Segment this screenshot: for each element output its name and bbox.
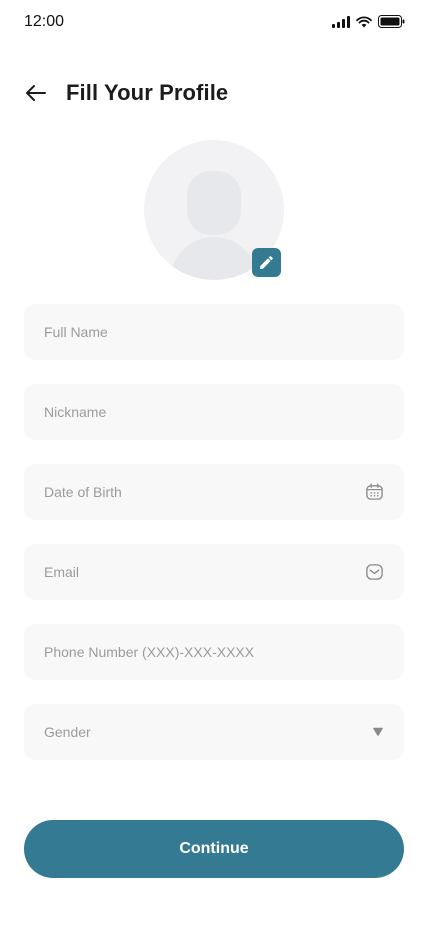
status-bar: 12:00 [0, 0, 428, 46]
calendar-icon[interactable] [365, 483, 384, 502]
back-arrow-icon[interactable] [22, 79, 50, 107]
cellular-signal-icon [332, 15, 350, 28]
header: Fill Your Profile [24, 78, 404, 108]
continue-button[interactable]: Continue [24, 820, 404, 878]
status-time: 12:00 [24, 13, 65, 30]
pencil-icon [260, 256, 273, 269]
phone-number-input[interactable] [44, 644, 384, 660]
mail-icon [365, 563, 384, 582]
page-title: Fill Your Profile [66, 80, 229, 105]
edit-avatar-button[interactable] [252, 248, 281, 277]
date-of-birth-field[interactable] [24, 464, 404, 520]
gender-selected-value: Gender [44, 724, 91, 740]
nickname-field[interactable] [24, 384, 404, 440]
avatar-body-shape [170, 237, 258, 280]
profile-avatar [144, 140, 284, 280]
email-input[interactable] [44, 564, 384, 580]
nickname-input[interactable] [44, 404, 384, 420]
dropdown-arrow-icon[interactable] [372, 727, 384, 737]
date-of-birth-input[interactable] [44, 484, 384, 500]
full-name-field[interactable] [24, 304, 404, 360]
status-icons [332, 15, 405, 28]
full-name-input[interactable] [44, 324, 384, 340]
gender-select[interactable]: Gender [24, 704, 404, 760]
email-field[interactable] [24, 544, 404, 600]
avatar-head-shape [187, 171, 241, 235]
battery-icon [378, 15, 405, 28]
phone-number-field[interactable] [24, 624, 404, 680]
wifi-icon [356, 15, 372, 28]
